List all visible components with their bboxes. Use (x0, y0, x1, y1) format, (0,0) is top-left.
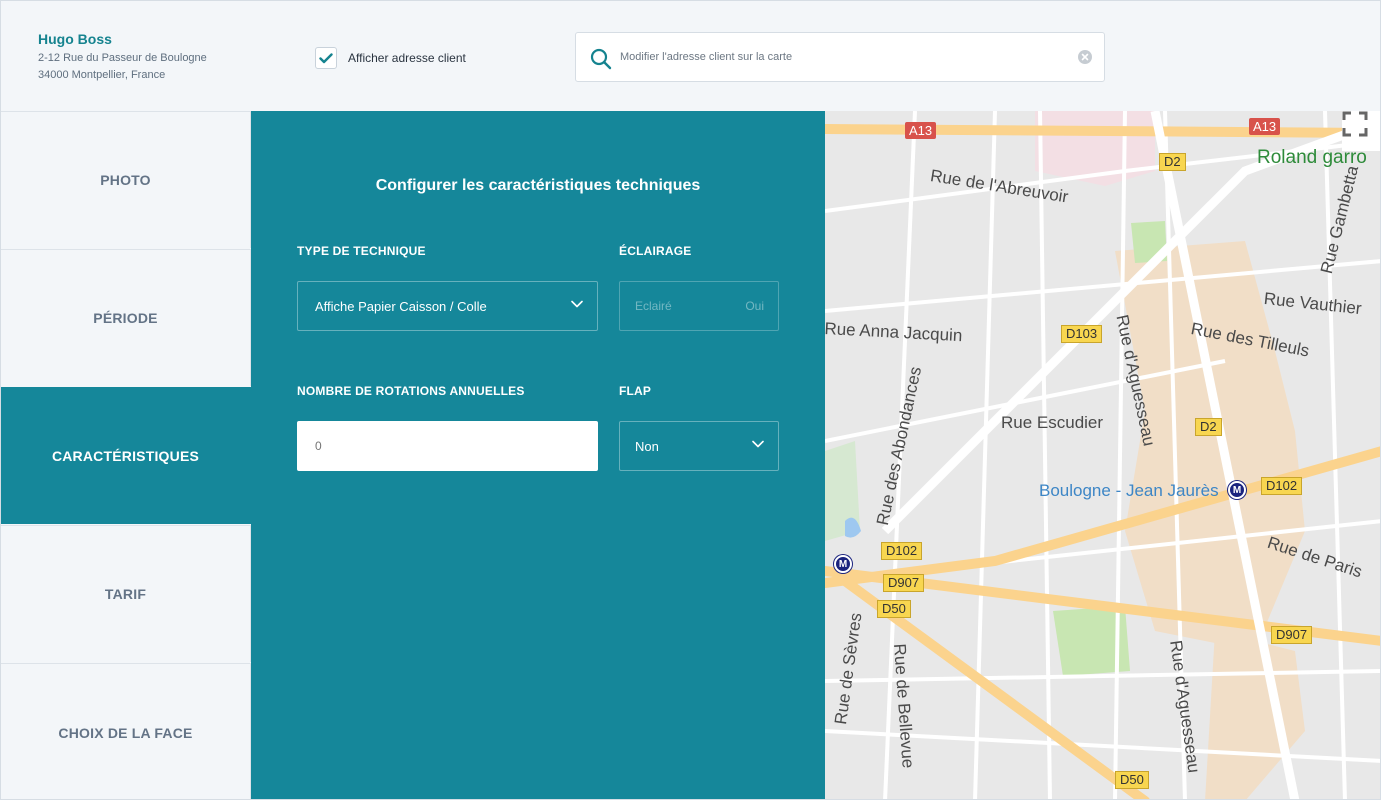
road-badge: D2 (1159, 153, 1186, 171)
characteristics-panel: Configurer les caractéristiques techniqu… (251, 111, 825, 799)
panel-title: Configurer les caractéristiques techniqu… (375, 177, 701, 194)
flap-select[interactable]: Non (619, 421, 779, 471)
road-badge: D907 (1271, 626, 1313, 644)
header: Hugo Boss 2-12 Rue du Passeur de Boulogn… (1, 1, 1380, 111)
technique-label: TYPE DE TECHNIQUE (297, 244, 426, 258)
sidebar-item-photo[interactable]: PHOTO (1, 111, 251, 248)
map-label: Boulogne - Jean Jaurès (1039, 481, 1219, 500)
map[interactable]: Rue de l'Abreuvoir Roland garro Rue Gamb… (825, 111, 1380, 799)
show-address-checkbox[interactable] (315, 47, 337, 69)
chevron-down-icon (571, 300, 583, 308)
checkmark-icon (319, 52, 333, 63)
show-address-label: Afficher adresse client (348, 51, 466, 65)
road-badge: D907 (883, 574, 925, 592)
address-search (575, 32, 1105, 82)
map-label: Rue Escudier (1001, 413, 1104, 432)
client-name: Hugo Boss (38, 31, 112, 47)
sidebar-item-periode[interactable]: PÉRIODE (1, 249, 251, 386)
fullscreen-icon (1342, 111, 1368, 137)
fullscreen-button[interactable] (1342, 111, 1380, 151)
chevron-down-icon (752, 440, 764, 448)
road-badge: D50 (1115, 771, 1149, 789)
highway-badge: A13 (1249, 118, 1281, 135)
clear-icon[interactable] (1078, 50, 1092, 64)
app-window: Hugo Boss 2-12 Rue du Passeur de Boulogn… (0, 0, 1381, 800)
eclairage-toggle-right: Oui (745, 299, 764, 313)
address-search-input[interactable] (620, 33, 1070, 81)
search-icon (590, 48, 612, 70)
sidebar-item-tarif[interactable]: TARIF (1, 525, 251, 662)
client-address-line1: 2-12 Rue du Passeur de Boulogne (38, 52, 207, 64)
sidebar: PHOTO PÉRIODE CARACTÉRISTIQUES TARIF CHO… (1, 111, 251, 799)
sidebar-item-caracteristiques[interactable]: CARACTÉRISTIQUES (1, 387, 251, 524)
technique-select[interactable]: Affiche Papier Caisson / Colle (297, 281, 598, 331)
technique-select-value: Affiche Papier Caisson / Colle (315, 298, 487, 314)
metro-station-icon: M (1228, 481, 1246, 499)
flap-label: FLAP (619, 384, 652, 398)
road-badge: D50 (877, 600, 911, 618)
road-badge: D103 (1061, 325, 1103, 343)
eclairage-label: ÉCLAIRAGE (619, 244, 692, 258)
rotations-label: NOMBRE DE ROTATIONS ANNUELLES (297, 384, 525, 398)
sidebar-item-choix-face[interactable]: CHOIX DE LA FACE (1, 663, 251, 799)
eclairage-toggle[interactable]: Eclairé Oui (619, 281, 779, 331)
metro-station-icon: M (834, 555, 852, 573)
highway-badge: A13 (905, 122, 937, 139)
client-address: 2-12 Rue du Passeur de Boulogne 34000 Mo… (38, 50, 207, 84)
road-badge: D102 (1261, 477, 1303, 495)
client-address-line2: 34000 Montpellier, France (38, 69, 166, 81)
eclairage-toggle-left: Eclairé (635, 299, 672, 313)
flap-select-value: Non (635, 438, 659, 454)
rotations-input[interactable] (297, 421, 598, 471)
road-badge: D2 (1195, 418, 1222, 436)
road-badge: D102 (881, 542, 923, 560)
